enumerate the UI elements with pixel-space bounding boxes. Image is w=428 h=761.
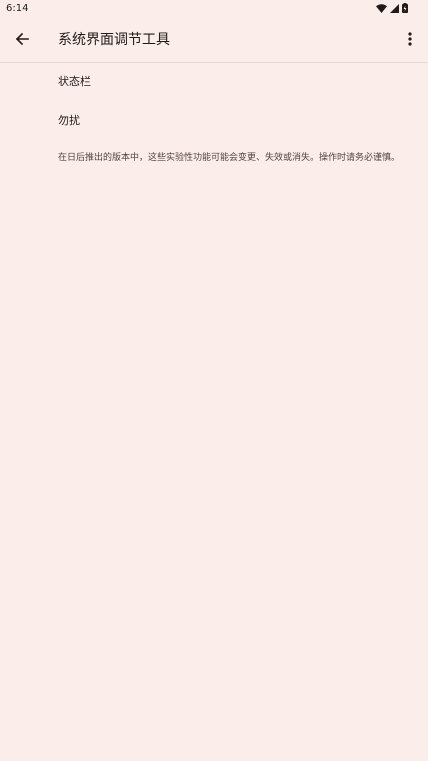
app-bar: 系统界面调节工具 <box>0 18 428 63</box>
arrow-back-icon <box>15 31 29 50</box>
page-title: 系统界面调节工具 <box>58 32 170 48</box>
back-button[interactable] <box>8 26 36 54</box>
pref-item-do-not-disturb[interactable]: 勿扰 <box>0 102 428 140</box>
pref-item-label: 状态栏 <box>58 75 91 88</box>
pref-item-status-bar[interactable]: 状态栏 <box>0 64 428 102</box>
cellular-signal-icon <box>390 3 399 13</box>
more-options-button[interactable] <box>398 26 422 54</box>
status-icons <box>376 3 408 13</box>
battery-icon <box>402 3 408 13</box>
status-bar: 6:14 <box>0 0 428 18</box>
wifi-icon <box>376 3 387 13</box>
footer-warning-text: 在日后推出的版本中，这些实验性功能可能会变更、失效或消失。操作时请务必谨慎。 <box>58 153 401 163</box>
pref-item-label: 勿扰 <box>58 114 80 127</box>
more-vert-icon <box>408 31 412 50</box>
status-time: 6:14 <box>6 3 29 14</box>
